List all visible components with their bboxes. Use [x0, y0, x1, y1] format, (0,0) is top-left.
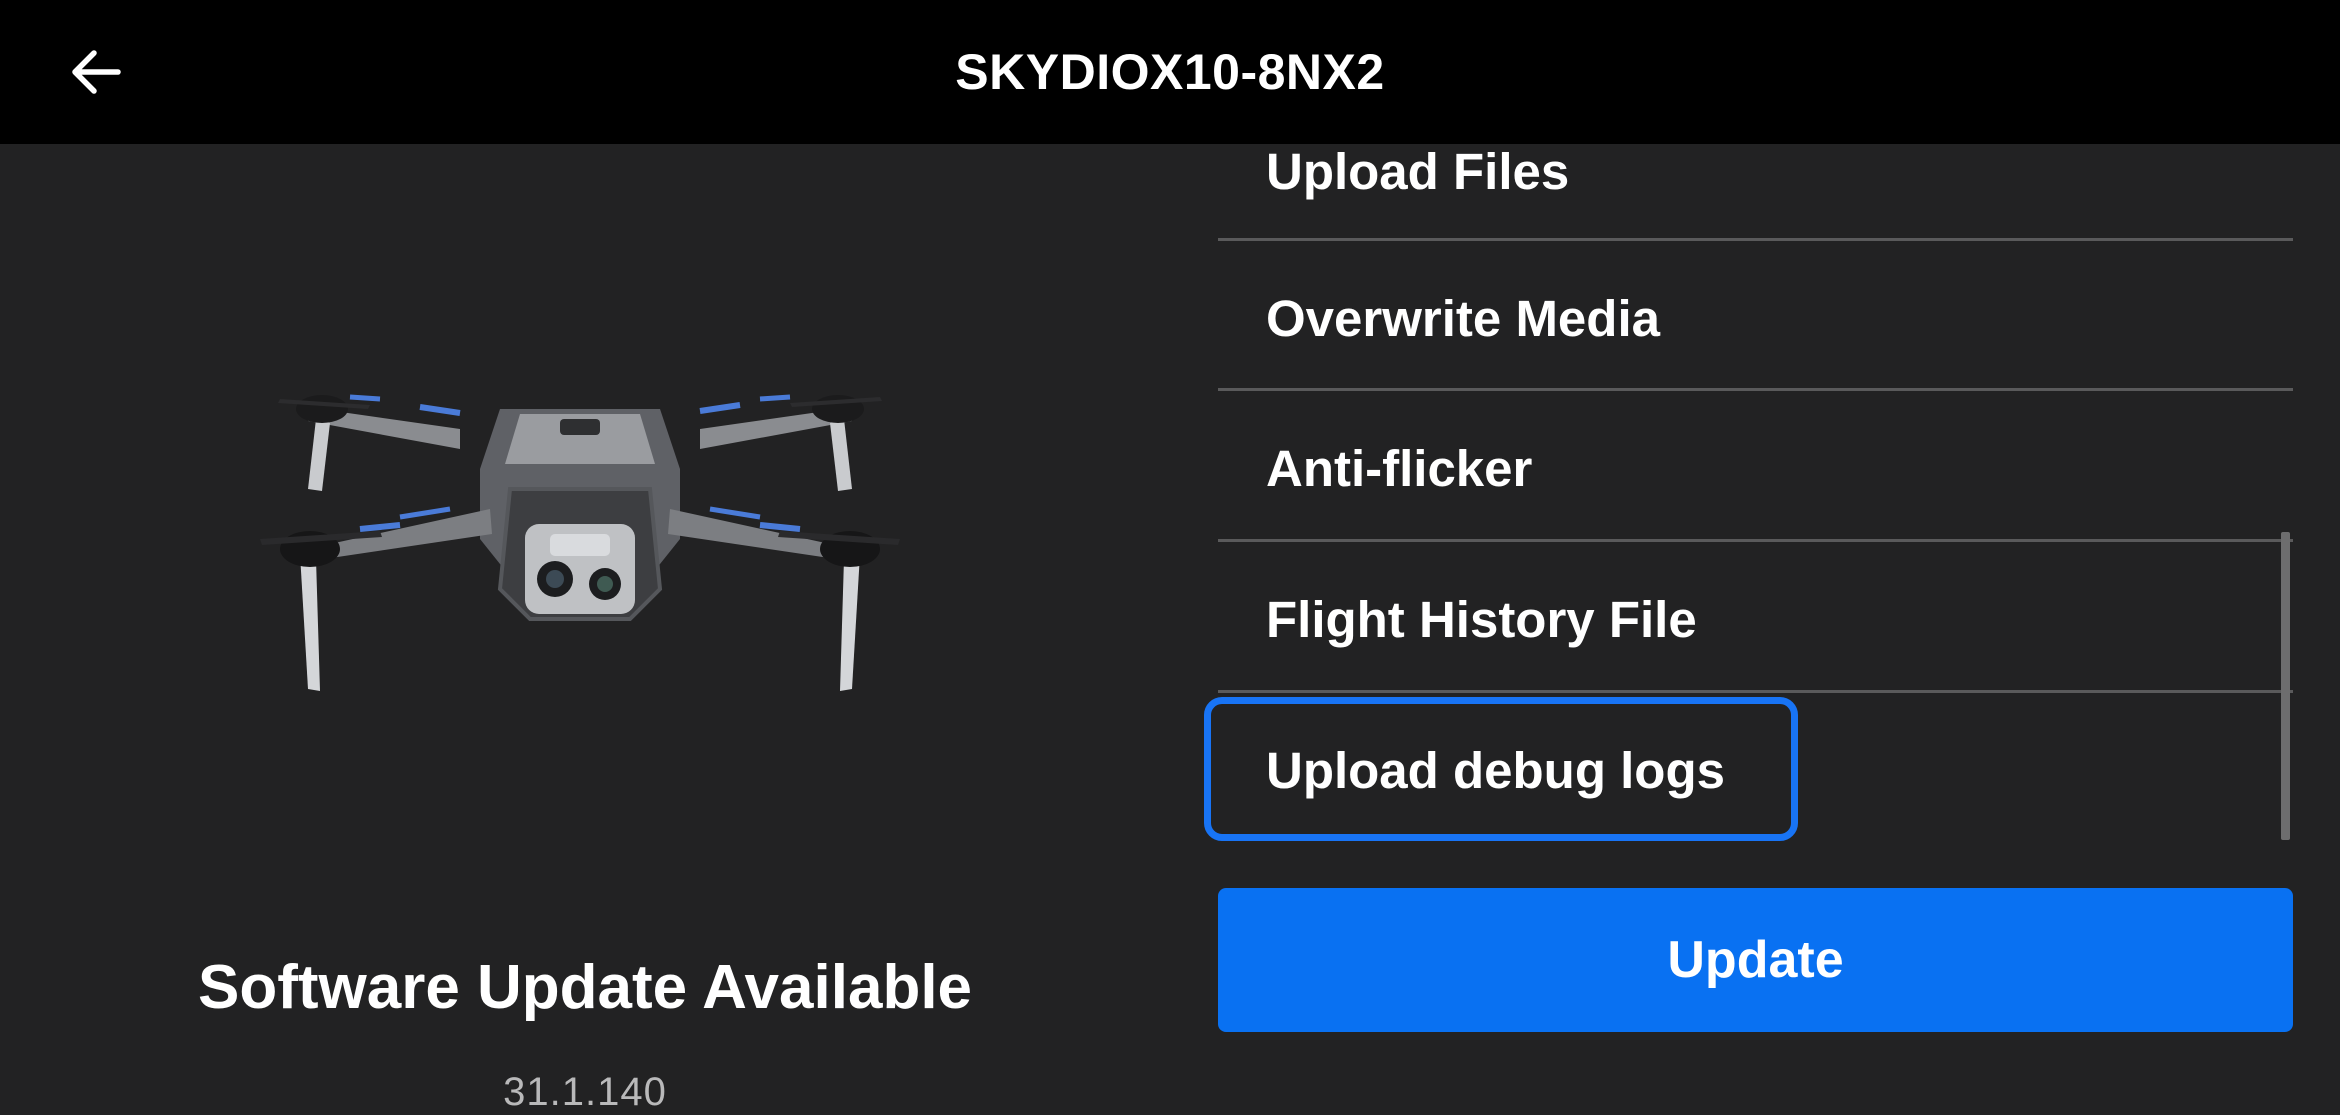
back-button[interactable]	[56, 32, 136, 112]
menu-item-label: Upload debug logs	[1266, 742, 1725, 799]
menu-scrollbar[interactable]	[2281, 532, 2290, 840]
menu-item-flight-history-file[interactable]: Flight History File	[1218, 542, 2293, 692]
menu-item-label: Upload Files	[1266, 143, 1570, 200]
settings-menu: Upload Files Overwrite Media Anti-flicke…	[1218, 143, 2293, 844]
arrow-left-icon	[72, 50, 121, 94]
menu-item-label: Flight History File	[1266, 591, 1697, 648]
menu-item-anti-flicker[interactable]: Anti-flicker	[1218, 391, 2293, 541]
top-bar: SKYDIOX10-8NX2	[0, 0, 2340, 144]
device-title: SKYDIOX10-8NX2	[955, 44, 1385, 100]
menu-item-label: Anti-flicker	[1266, 440, 1533, 497]
software-version: 31.1.140	[503, 1070, 667, 1114]
software-update-title: Software Update Available	[197, 953, 973, 1022]
update-button[interactable]: Update	[1218, 888, 2293, 1032]
menu-item-label: Overwrite Media	[1266, 290, 1660, 347]
menu-item-upload-debug-logs[interactable]: Upload debug logs	[1218, 693, 2293, 843]
drone-image	[260, 394, 900, 691]
menu-item-overwrite-media[interactable]: Overwrite Media	[1218, 241, 2293, 391]
device-panel: Software Update Available 31.1.140	[0, 144, 1170, 1114]
